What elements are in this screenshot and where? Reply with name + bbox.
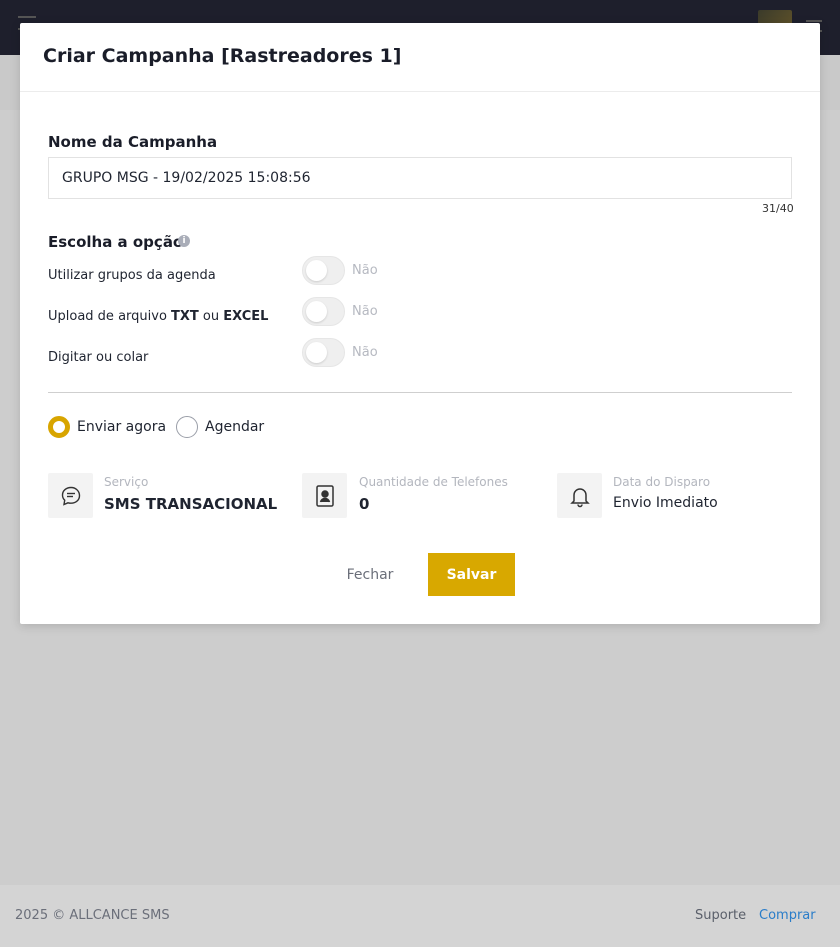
radio-agendar[interactable] <box>176 416 198 438</box>
option-label-type-paste: Digitar ou colar <box>48 350 148 365</box>
option-label-text: Upload de arquivo <box>48 309 172 324</box>
servico-value: SMS TRANSACIONAL <box>104 495 278 513</box>
option-label-txt: TXT <box>171 309 199 324</box>
quantidade-label: Quantidade de Telefones <box>359 475 508 489</box>
option-label-ou: ou <box>198 309 224 324</box>
quantidade-value: 0 <box>359 495 370 513</box>
radio-enviar-agora-label[interactable]: Enviar agora <box>77 419 166 435</box>
option-label-text: Digitar ou colar <box>48 350 149 365</box>
toggle-upload-file-state: Não <box>352 304 378 319</box>
servico-label: Serviço <box>104 475 149 489</box>
campaign-name-input[interactable] <box>48 157 792 199</box>
option-label-excel: EXCEL <box>223 309 269 324</box>
radio-agendar-label[interactable]: Agendar <box>205 419 264 435</box>
close-button[interactable]: Fechar <box>330 553 410 596</box>
option-label-upload-file: Upload de arquivo TXT ou EXCEL <box>48 309 268 324</box>
info-icon[interactable]: i <box>178 235 190 247</box>
chat-bubble-icon <box>48 473 93 518</box>
footer-copyright: 2025 © ALLCANCE SMS <box>15 908 170 923</box>
save-button[interactable]: Salvar <box>428 553 515 596</box>
create-campaign-modal: Criar Campanha [Rastreadores 1] Nome da … <box>20 23 820 624</box>
bell-icon <box>557 473 602 518</box>
modal-title: Criar Campanha [Rastreadores 1] <box>43 45 402 67</box>
toggle-knob <box>306 342 327 363</box>
toggle-type-paste[interactable] <box>302 338 345 367</box>
footer-comprar-link[interactable]: Comprar <box>759 908 816 923</box>
data-disparo-value: Envio Imediato <box>613 495 718 511</box>
page-footer: 2025 © ALLCANCE SMS Suporte Comprar <box>0 885 840 947</box>
toggle-agenda-groups[interactable] <box>302 256 345 285</box>
toggle-type-paste-state: Não <box>352 345 378 360</box>
toggle-knob <box>306 260 327 281</box>
toggle-agenda-groups-state: Não <box>352 263 378 278</box>
section-divider <box>48 392 792 393</box>
contact-card-icon <box>302 473 347 518</box>
data-disparo-label: Data do Disparo <box>613 475 711 489</box>
choose-option-label: Escolha a opção <box>48 233 184 251</box>
option-label-text: Utilizar grupos da agenda <box>48 268 216 283</box>
option-label-agenda-groups: Utilizar grupos da agenda <box>48 268 216 283</box>
toggle-upload-file[interactable] <box>302 297 345 326</box>
modal-header: Criar Campanha [Rastreadores 1] <box>20 23 820 92</box>
toggle-knob <box>306 301 327 322</box>
campaign-name-char-counter: 31/40 <box>762 202 794 215</box>
campaign-name-label: Nome da Campanha <box>48 133 218 151</box>
radio-enviar-agora[interactable] <box>48 416 70 438</box>
footer-suporte-link[interactable]: Suporte <box>695 908 746 923</box>
